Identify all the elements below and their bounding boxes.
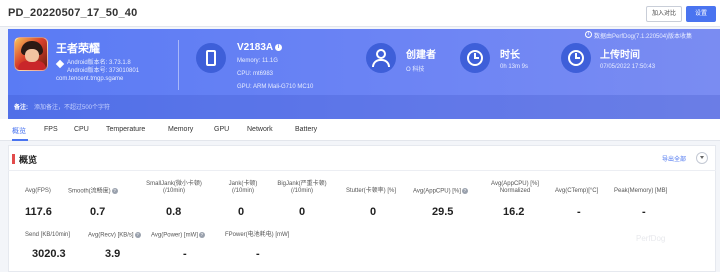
game-app-icon [14, 37, 48, 71]
overview-title: 概览 [19, 155, 38, 165]
metric-label: Avg(AppCPU) [%] Normalized [491, 181, 539, 194]
remark-input[interactable]: 添加备注，不超过500个字符 [34, 102, 110, 111]
help-icon[interactable]: ? [111, 188, 118, 194]
metric-value: 3020.3 [32, 248, 66, 260]
info-icon: i [585, 31, 592, 38]
tab-temperature[interactable]: Temperature [106, 126, 145, 133]
tab-memory[interactable]: Memory [168, 126, 193, 133]
help-icon[interactable]: ? [134, 232, 141, 238]
top-bar: PD_20220507_17_50_40 加入对比 设置 [0, 0, 720, 27]
banner-divider [178, 40, 179, 90]
chevron-down-icon [700, 156, 704, 159]
metric-label: BigJank(严重卡顿) (/10min) [277, 181, 327, 194]
panel-divider [8, 170, 716, 171]
metric-label: Jank(卡顿) (/10min) [228, 181, 258, 194]
metric-value: 0 [299, 206, 306, 218]
tab-gpu[interactable]: GPU [214, 126, 229, 133]
metric-value: - [642, 206, 646, 218]
metric-label: Smooth(流畅度)? [68, 188, 118, 195]
collector-note: 数据由PerfDog(7.1.220504)版本收集 [594, 34, 693, 40]
watermark: PerfDog [636, 234, 666, 243]
device-gpu: GPU: ARM Mali-G710 MC10 [237, 84, 314, 90]
metric-value: 0 [238, 206, 245, 218]
device-model: V2183A [237, 42, 274, 53]
tab-battery[interactable]: Battery [295, 126, 317, 133]
section-marker [12, 154, 15, 164]
tab-bar: 概览 FPS CPU Temperature Memory GPU Networ… [0, 119, 720, 141]
metric-value: 16.2 [503, 206, 525, 218]
metric-value: - [256, 248, 260, 260]
collapse-toggle-button[interactable] [696, 152, 708, 164]
metric-label: SmallJank(微小卡顿) (/10min) [146, 181, 202, 194]
metric-value: 29.5 [432, 206, 454, 218]
metric-value: 117.6 [25, 206, 52, 218]
tab-overview[interactable]: 概览 [12, 126, 26, 136]
app-version-code: Android版本号: 373010801 [67, 68, 140, 74]
report-title: PD_20220507_17_50_40 [8, 7, 138, 19]
settings-button[interactable]: 设置 [686, 6, 716, 22]
metric-value: 0.8 [166, 206, 182, 218]
remark-label: 备注: [14, 105, 28, 111]
help-icon[interactable]: ? [461, 188, 468, 194]
duration-value: 0h 13m 9s [500, 64, 529, 70]
metric-label: Avg(Recv) [KB/s]? [88, 232, 141, 239]
metric-label: Avg(FPS) [25, 188, 51, 194]
metric-label: Avg(Power) [mW]? [151, 232, 205, 239]
history-icon [561, 43, 591, 73]
upload-time-label: 上传时间 [600, 50, 640, 61]
metric-value: 0 [370, 206, 377, 218]
add-to-compare-button[interactable]: 加入对比 [646, 6, 682, 22]
metric-label: Send [KB/10min] [25, 232, 71, 238]
creator-value: O 科技 [406, 67, 425, 73]
tab-fps[interactable]: FPS [44, 126, 58, 133]
app-name: 王者荣耀 [56, 43, 100, 55]
metric-label: Avg(CTemp)[°C] [555, 188, 599, 194]
phone-icon-glyph [206, 50, 216, 66]
tab-cpu[interactable]: CPU [74, 126, 89, 133]
clock-icon [460, 43, 490, 73]
tab-network[interactable]: Network [247, 126, 273, 133]
metric-label: FPower(电池耗电) [mW] [225, 232, 290, 238]
app-package: com.tencent.tmgp.sgame [56, 76, 124, 82]
device-info-icon[interactable]: i [275, 44, 282, 51]
remark-bar [8, 95, 720, 119]
device-cpu: CPU: mt6983 [237, 71, 274, 77]
metric-label: Stutter(卡顿率) [%] [346, 188, 397, 194]
creator-label: 创建者 [406, 50, 436, 61]
metric-label: Avg(AppCPU) [%]? [413, 188, 468, 195]
help-icon[interactable]: ? [198, 232, 205, 238]
export-all-link[interactable]: 导出全部 [662, 154, 686, 163]
user-icon [366, 43, 396, 73]
device-memory: Memory: 11.1G [237, 58, 278, 64]
metric-value: - [183, 248, 187, 260]
metric-label: Peak(Memory) [MB] [614, 188, 668, 194]
metric-value: 3.9 [105, 248, 121, 260]
duration-label: 时长 [500, 50, 520, 61]
active-tab-indicator [12, 139, 28, 141]
metric-value: 0.7 [90, 206, 106, 218]
upload-time-value: 07/05/2022 17:50:43 [600, 64, 656, 70]
metric-value: - [577, 206, 581, 218]
